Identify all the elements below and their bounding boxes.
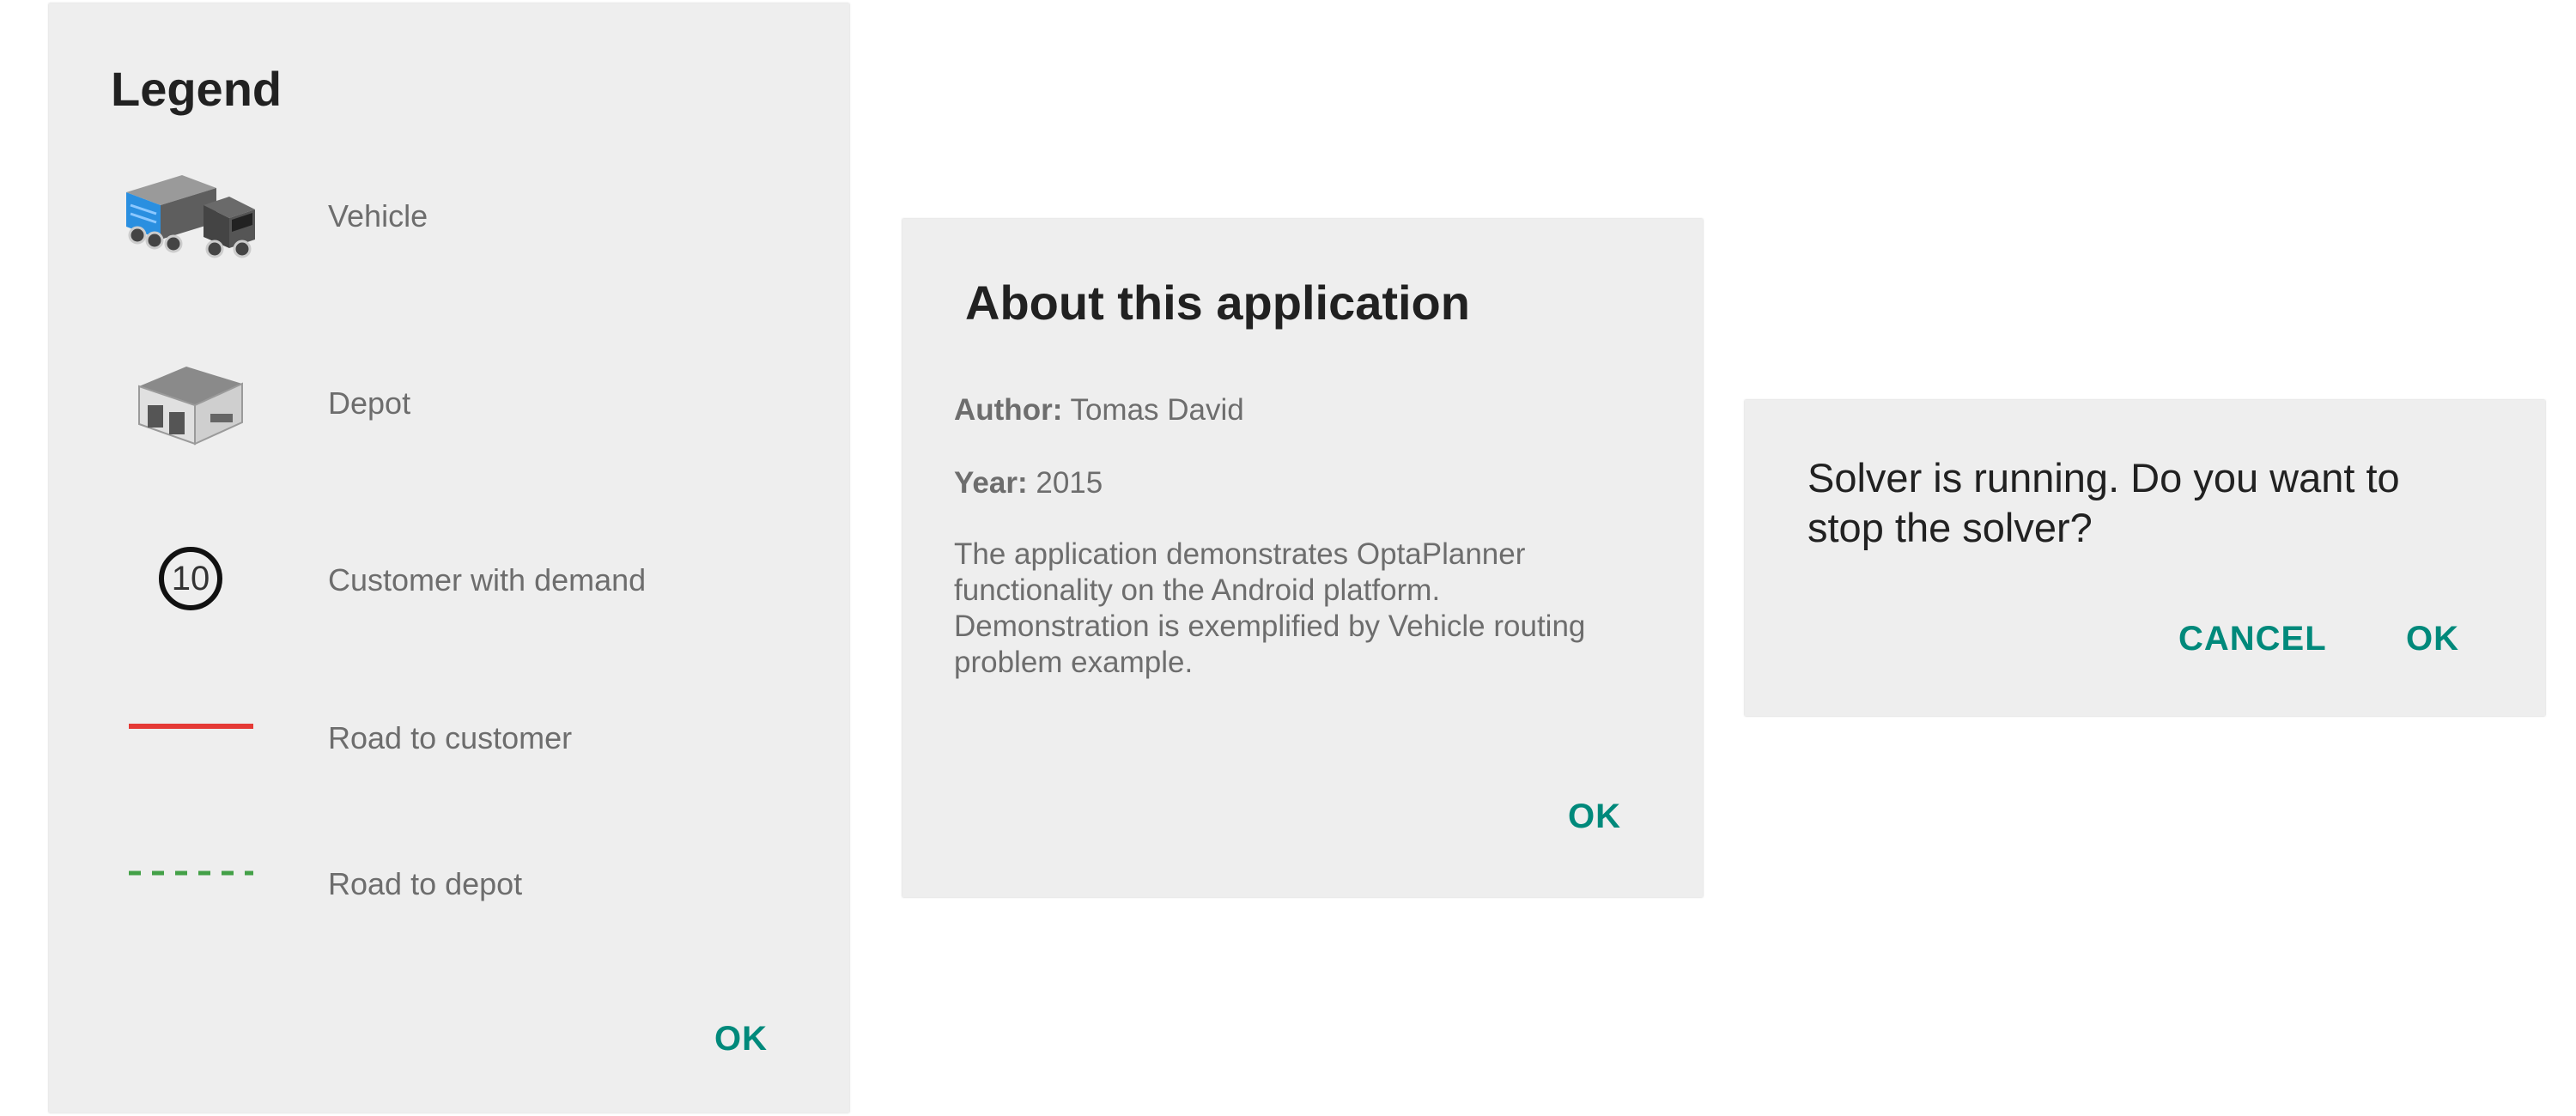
legend-label-road-customer: Road to customer [328,720,573,755]
year-value: 2015 [1036,466,1103,500]
legend-label-customer: Customer with demand [328,562,647,597]
svg-text:10: 10 [172,560,210,597]
about-title: About this application [965,276,1470,330]
year-line: Year: 2015 [954,468,1103,498]
truck-icon [122,167,259,265]
legend-label-depot: Depot [328,385,411,421]
legend-label-road-depot: Road to depot [328,866,523,901]
solver-confirm-dialog: Solver is running. Do you want to stop t… [1745,400,2545,716]
green-dashed-line-icon [129,866,253,882]
solver-ok-button[interactable]: OK [2406,622,2459,656]
legend-dialog: Legend Vehicle Depot 10 Customer with de… [49,3,849,1113]
author-value: Tomas David [1070,393,1244,427]
warehouse-icon [135,354,246,452]
author-line: Author: Tomas David [954,395,1244,425]
year-label: Year: [954,466,1028,500]
legend-label-vehicle: Vehicle [328,198,428,234]
red-solid-line-icon [129,719,253,735]
legend-ok-button[interactable]: OK [714,1022,768,1056]
about-description: The application demonstrates OptaPlanner… [954,537,1586,679]
about-ok-button[interactable]: OK [1568,799,1621,834]
customer-demand-icon: 10 [156,544,225,617]
legend-title: Legend [111,62,283,116]
cancel-button[interactable]: CANCEL [2178,622,2327,656]
solver-message: Solver is running. Do you want to stop t… [1807,455,2400,550]
about-dialog: About this application Author: Tomas Dav… [902,219,1703,897]
author-label: Author: [954,393,1063,427]
